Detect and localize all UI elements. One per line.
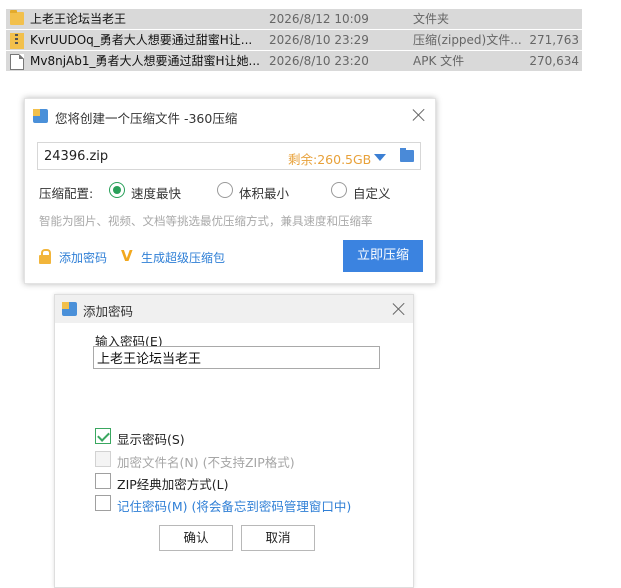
radio-circle[interactable]: [217, 182, 233, 198]
checkbox-box[interactable]: [95, 473, 111, 489]
output-filename[interactable]: 24396.zip: [44, 149, 108, 164]
checkbox-box[interactable]: [95, 428, 111, 444]
lock-icon: [39, 249, 51, 264]
dialog-title: 添加密码: [83, 304, 134, 319]
checkbox-label: 显示密码(S): [117, 432, 185, 447]
file-type: 文件夹: [413, 12, 450, 26]
file-size: 271,763: [529, 33, 579, 47]
cancel-button[interactable]: 取消: [241, 525, 315, 551]
checkbox-box: [95, 451, 111, 467]
password-input[interactable]: [93, 346, 380, 369]
file-date: 2026/8/10 23:29: [269, 33, 369, 47]
file-row[interactable]: KvrUUDOq_勇者大人想要通过甜蜜H让... 2026/8/10 23:29…: [6, 30, 582, 50]
file-name: 上老王论坛当老王: [30, 12, 127, 26]
add-password-dialog: 添加密码 输入密码(E) 显示密码(S) 加密文件名(N) (不支持ZIP格式)…: [54, 294, 414, 588]
close-icon[interactable]: [411, 107, 427, 123]
file-size: 270,634: [529, 54, 579, 68]
file-date: 2026/8/12 10:09: [269, 12, 369, 26]
dialog-title: 您将创建一个压缩文件 -360压缩: [55, 111, 238, 126]
radio-circle[interactable]: [331, 182, 347, 198]
output-path-field[interactable]: 24396.zip 剩余:260.5GB: [37, 142, 421, 170]
link-label: 添加密码: [59, 251, 108, 265]
folder-icon: [10, 10, 24, 25]
zip-file-icon: [10, 33, 24, 49]
app-icon: [62, 302, 77, 316]
file-row[interactable]: 上老王论坛当老王 2026/8/12 10:09 文件夹: [6, 9, 582, 29]
file-name: KvrUUDOq_勇者大人想要通过甜蜜H让...: [30, 33, 253, 47]
app-icon: [33, 109, 48, 123]
checkbox-label: ZIP经典加密方式(L): [117, 477, 229, 492]
checkbox-label: 加密文件名(N) (不支持ZIP格式): [117, 455, 295, 470]
file-type: APK 文件: [413, 54, 465, 68]
options-label: 压缩配置:: [39, 186, 94, 201]
free-space-label: 剩余:260.5GB: [288, 152, 372, 167]
title-bar: 添加密码: [55, 295, 413, 323]
chevron-down-icon[interactable]: [374, 154, 386, 161]
v-badge-icon: V: [121, 247, 133, 265]
browse-folder-icon[interactable]: [400, 148, 414, 162]
radio-label: 体积最小: [239, 186, 290, 201]
file-type: 压缩(zipped)文件...: [413, 33, 522, 47]
compress-now-button[interactable]: 立即压缩: [343, 240, 423, 272]
radio-label: 自定义: [353, 186, 391, 201]
options-hint: 智能为图片、视频、文档等挑选最优压缩方式，兼具速度和压缩率: [39, 214, 373, 228]
link-label: 生成超级压缩包: [141, 251, 226, 265]
checkbox-box[interactable]: [95, 495, 111, 511]
radio-label: 速度最快: [131, 186, 182, 201]
radio-circle[interactable]: [109, 182, 125, 198]
checkbox-label: 记住密码(M) (将会备忘到密码管理窗口中): [117, 499, 352, 514]
confirm-button[interactable]: 确认: [159, 525, 233, 551]
close-icon[interactable]: [391, 301, 407, 317]
compress-dialog: 您将创建一个压缩文件 -360压缩 24396.zip 剩余:260.5GB 压…: [24, 98, 436, 284]
file-date: 2026/8/10 23:20: [269, 54, 369, 68]
file-icon: [10, 54, 24, 70]
file-name: Mv8njAb1_勇者大人想要通过甜蜜H让她...: [30, 54, 260, 68]
file-row[interactable]: Mv8njAb1_勇者大人想要通过甜蜜H让她... 2026/8/10 23:2…: [6, 51, 582, 71]
